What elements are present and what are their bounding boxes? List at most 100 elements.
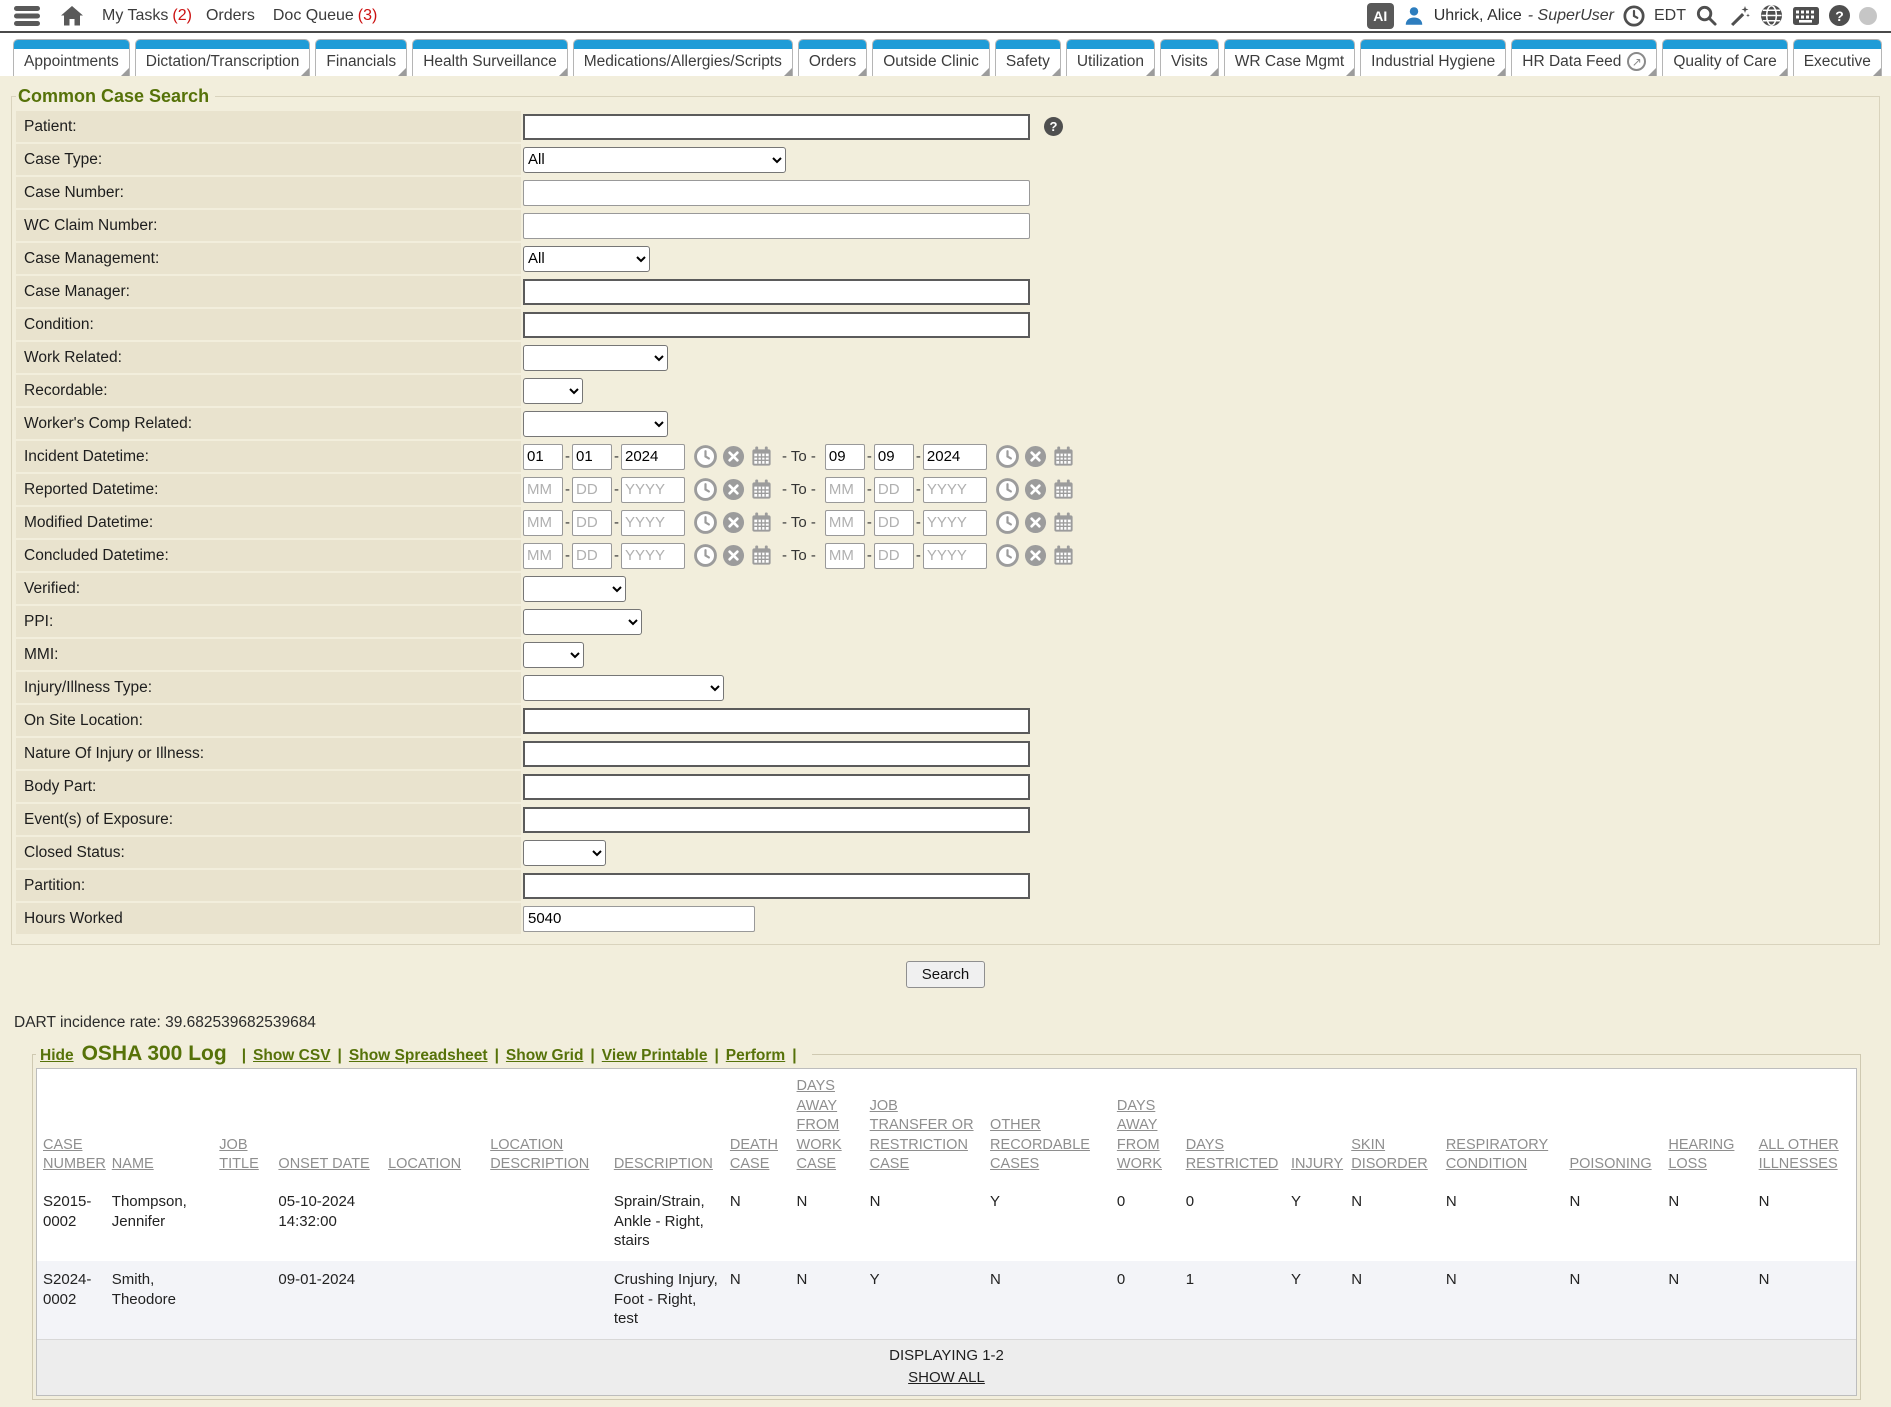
nav-orders[interactable]: Orders [206,7,259,25]
patient-input[interactable] [523,114,1030,140]
tab-financials[interactable]: Financials [315,39,407,76]
clock-icon[interactable] [694,511,717,534]
year-input-from-modified-datetime[interactable] [621,510,685,536]
hours-worked-input[interactable] [523,906,755,932]
tab-industrial-hygiene[interactable]: Industrial Hygiene [1360,39,1506,76]
calendar-icon[interactable] [1052,445,1075,468]
sort-link[interactable]: HEARING LOSS [1668,1137,1734,1173]
calendar-icon[interactable] [750,478,773,501]
month-input-to-reported-datetime[interactable] [825,477,865,503]
sort-link[interactable]: DAYS RESTRICTED [1186,1137,1279,1173]
day-input-from-reported-datetime[interactable] [572,477,612,503]
sort-link[interactable]: LOCATION [388,1156,461,1172]
case-management-select[interactable]: All [523,246,650,272]
home-icon[interactable] [60,5,84,27]
month-input-from-concluded-datetime[interactable] [523,543,563,569]
tab-executive[interactable]: Executive [1793,39,1882,76]
tab-medications-allergies-scripts[interactable]: Medications/Allergies/Scripts [573,39,793,76]
clock-icon[interactable] [996,511,1019,534]
clear-icon[interactable] [722,445,745,468]
day-input-from-modified-datetime[interactable] [572,510,612,536]
help-icon[interactable]: ? [1829,5,1850,26]
field-help-icon[interactable]: ? [1044,117,1063,136]
month-input-to-modified-datetime[interactable] [825,510,865,536]
sort-link[interactable]: JOB TITLE [219,1137,258,1173]
wc-claim-number-input[interactable] [523,213,1030,239]
month-input-from-reported-datetime[interactable] [523,477,563,503]
year-input-from-incident-datetime[interactable] [621,444,685,470]
clear-icon[interactable] [1024,478,1047,501]
sort-link[interactable]: DEATH CASE [730,1137,778,1173]
keyboard-icon[interactable] [1792,6,1820,26]
day-input-to-reported-datetime[interactable] [874,477,914,503]
clear-icon[interactable] [1024,511,1047,534]
sort-link[interactable]: CASE NUMBER [43,1137,106,1173]
sort-link[interactable]: ALL OTHER ILLNESSES [1759,1137,1839,1173]
condition-input[interactable] [523,312,1030,338]
closed-status-select[interactable] [523,840,606,866]
event-s-of-exposure-input[interactable] [523,807,1030,833]
search-icon[interactable] [1695,4,1718,27]
tab-health-surveillance[interactable]: Health Surveillance [412,39,568,76]
clear-icon[interactable] [1024,445,1047,468]
calendar-icon[interactable] [1052,544,1075,567]
year-input-to-concluded-datetime[interactable] [923,543,987,569]
sort-link[interactable]: NAME [112,1156,154,1172]
sort-link[interactable]: INJURY [1291,1156,1343,1172]
calendar-icon[interactable] [750,544,773,567]
on-site-location-input[interactable] [523,708,1030,734]
tab-hr-data-feed[interactable]: HR Data Feed↗ [1511,39,1657,76]
ppi-select[interactable] [523,609,642,635]
day-input-to-incident-datetime[interactable] [874,444,914,470]
calendar-icon[interactable] [750,445,773,468]
day-input-from-concluded-datetime[interactable] [572,543,612,569]
show-all-link[interactable]: SHOW ALL [908,1369,985,1386]
calendar-icon[interactable] [1052,478,1075,501]
year-input-to-modified-datetime[interactable] [923,510,987,536]
hide-link[interactable]: Hide [40,1047,74,1065]
worker-s-comp-related-select[interactable] [523,411,668,437]
mmi-select[interactable] [523,642,584,668]
user-menu[interactable]: Uhrick, Alice- SuperUser [1434,7,1614,25]
month-input-from-incident-datetime[interactable] [523,444,563,470]
tab-utilization[interactable]: Utilization [1066,39,1155,76]
month-input-to-concluded-datetime[interactable] [825,543,865,569]
clear-icon[interactable] [722,478,745,501]
sort-link[interactable]: POISONING [1569,1156,1651,1172]
sort-link[interactable]: ONSET DATE [278,1156,369,1172]
clock-icon[interactable] [996,445,1019,468]
clock-icon[interactable] [996,544,1019,567]
day-input-to-concluded-datetime[interactable] [874,543,914,569]
calendar-icon[interactable] [750,511,773,534]
link-view-printable[interactable]: View Printable [602,1047,708,1064]
link-show-csv[interactable]: Show CSV [253,1047,331,1064]
ai-badge[interactable]: AI [1367,3,1394,29]
sort-link[interactable]: SKIN DISORDER [1351,1137,1428,1173]
month-input-to-incident-datetime[interactable] [825,444,865,470]
tab-outside-clinic[interactable]: Outside Clinic [872,39,990,76]
clear-icon[interactable] [722,511,745,534]
tab-safety[interactable]: Safety [995,39,1061,76]
day-input-from-incident-datetime[interactable] [572,444,612,470]
month-input-from-modified-datetime[interactable] [523,510,563,536]
year-input-from-reported-datetime[interactable] [621,477,685,503]
link-show-grid[interactable]: Show Grid [506,1047,584,1064]
sort-link[interactable]: RESPIRATORY CONDITION [1446,1137,1548,1173]
wand-icon[interactable] [1727,4,1751,28]
link-show-spreadsheet[interactable]: Show Spreadsheet [349,1047,488,1064]
year-input-to-incident-datetime[interactable] [923,444,987,470]
year-input-to-reported-datetime[interactable] [923,477,987,503]
clock-icon[interactable] [694,544,717,567]
search-button[interactable]: Search [906,961,986,988]
verified-select[interactable] [523,576,626,602]
link-perform[interactable]: Perform [726,1047,785,1064]
nav-doc-queue[interactable]: Doc Queue(3) [273,7,378,25]
hamburger-menu-icon[interactable] [14,5,40,27]
clear-icon[interactable] [1024,544,1047,567]
body-part-input[interactable] [523,774,1030,800]
clear-icon[interactable] [722,544,745,567]
calendar-icon[interactable] [1052,511,1075,534]
work-related-select[interactable] [523,345,668,371]
sort-link[interactable]: OTHER RECORDABLE CASES [990,1117,1090,1172]
globe-icon[interactable] [1760,4,1783,27]
